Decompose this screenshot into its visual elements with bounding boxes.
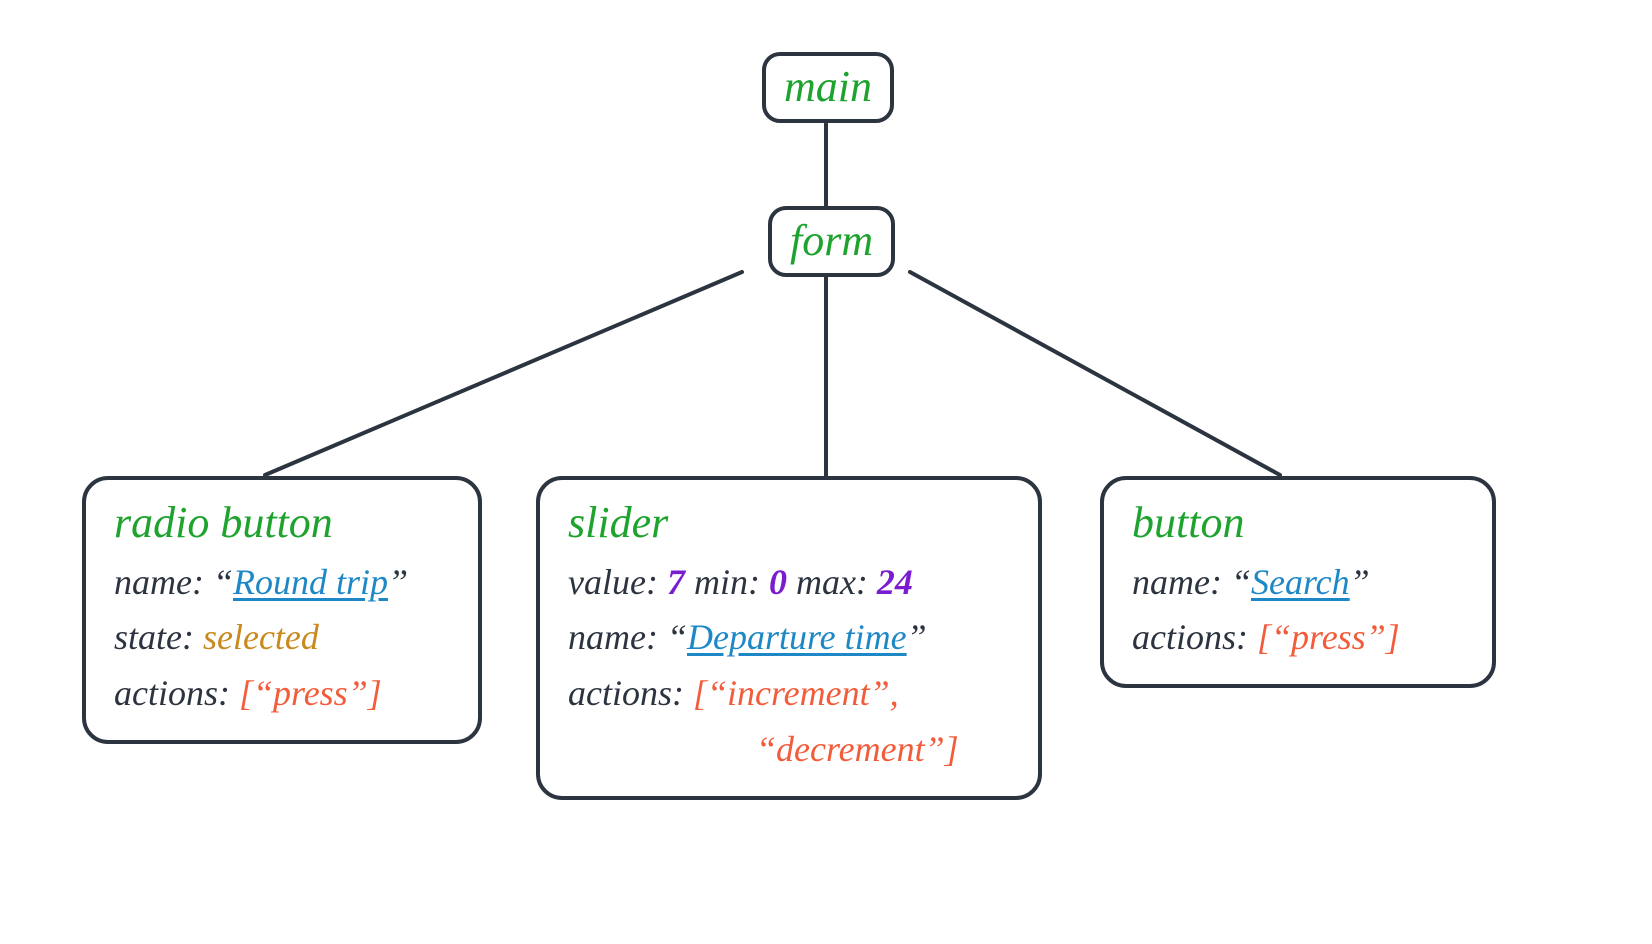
quote-open: “ bbox=[213, 562, 233, 602]
role-label: form bbox=[790, 216, 873, 265]
prop-key: name: bbox=[568, 617, 658, 657]
role-label: slider bbox=[568, 498, 1010, 549]
prop-key: actions: bbox=[114, 673, 230, 713]
min-num: 0 bbox=[769, 562, 787, 602]
name-value: Search bbox=[1251, 562, 1350, 602]
prop-key: actions: bbox=[1132, 617, 1248, 657]
role-label: main bbox=[784, 62, 872, 111]
tree-node-slider: slider value: 7 min: 0 max: 24 name: “De… bbox=[536, 476, 1042, 800]
value-num: 7 bbox=[667, 562, 685, 602]
prop-key: name: bbox=[1132, 562, 1222, 602]
quote-open: “ bbox=[667, 617, 687, 657]
prop-key: state: bbox=[114, 617, 194, 657]
prop-key: actions: bbox=[568, 673, 684, 713]
tree-connectors bbox=[0, 0, 1652, 944]
prop-key-value: value: bbox=[568, 562, 658, 602]
prop-name: name: “Search” bbox=[1132, 555, 1464, 611]
actions-value-line2: “decrement”] bbox=[756, 729, 959, 769]
actions-value: [“press”] bbox=[1257, 617, 1400, 657]
state-value: selected bbox=[203, 617, 319, 657]
tree-node-form: form bbox=[768, 206, 895, 277]
prop-actions: actions: [“press”] bbox=[1132, 610, 1464, 666]
quote-close: ” bbox=[907, 617, 927, 657]
prop-state: state: selected bbox=[114, 610, 450, 666]
max-num: 24 bbox=[877, 562, 913, 602]
role-label: radio button bbox=[114, 498, 450, 549]
prop-name: name: “Round trip” bbox=[114, 555, 450, 611]
actions-value: [“press”] bbox=[239, 673, 382, 713]
name-value: Round trip bbox=[233, 562, 388, 602]
quote-open: “ bbox=[1231, 562, 1251, 602]
tree-node-radio-button: radio button name: “Round trip” state: s… bbox=[82, 476, 482, 744]
prop-key-max-text: max: bbox=[796, 562, 868, 602]
name-value: Departure time bbox=[687, 617, 907, 657]
prop-actions: actions: [“press”] bbox=[114, 666, 450, 722]
quote-close: ” bbox=[388, 562, 408, 602]
role-label: button bbox=[1132, 498, 1464, 549]
quote-close: ” bbox=[1350, 562, 1370, 602]
prop-key-min-text: min: bbox=[694, 562, 760, 602]
tree-node-main: main bbox=[762, 52, 894, 123]
actions-value-line1: [“increment”, bbox=[693, 673, 899, 713]
prop-name: name: “Departure time” bbox=[568, 610, 1010, 666]
tree-node-button: button name: “Search” actions: [“press”] bbox=[1100, 476, 1496, 688]
prop-key: name: bbox=[114, 562, 204, 602]
prop-value-min-max: value: 7 min: 0 max: 24 bbox=[568, 555, 1010, 611]
prop-actions: actions: [“increment”, bbox=[568, 666, 1010, 722]
prop-actions-line2: “decrement”] bbox=[568, 722, 1010, 778]
